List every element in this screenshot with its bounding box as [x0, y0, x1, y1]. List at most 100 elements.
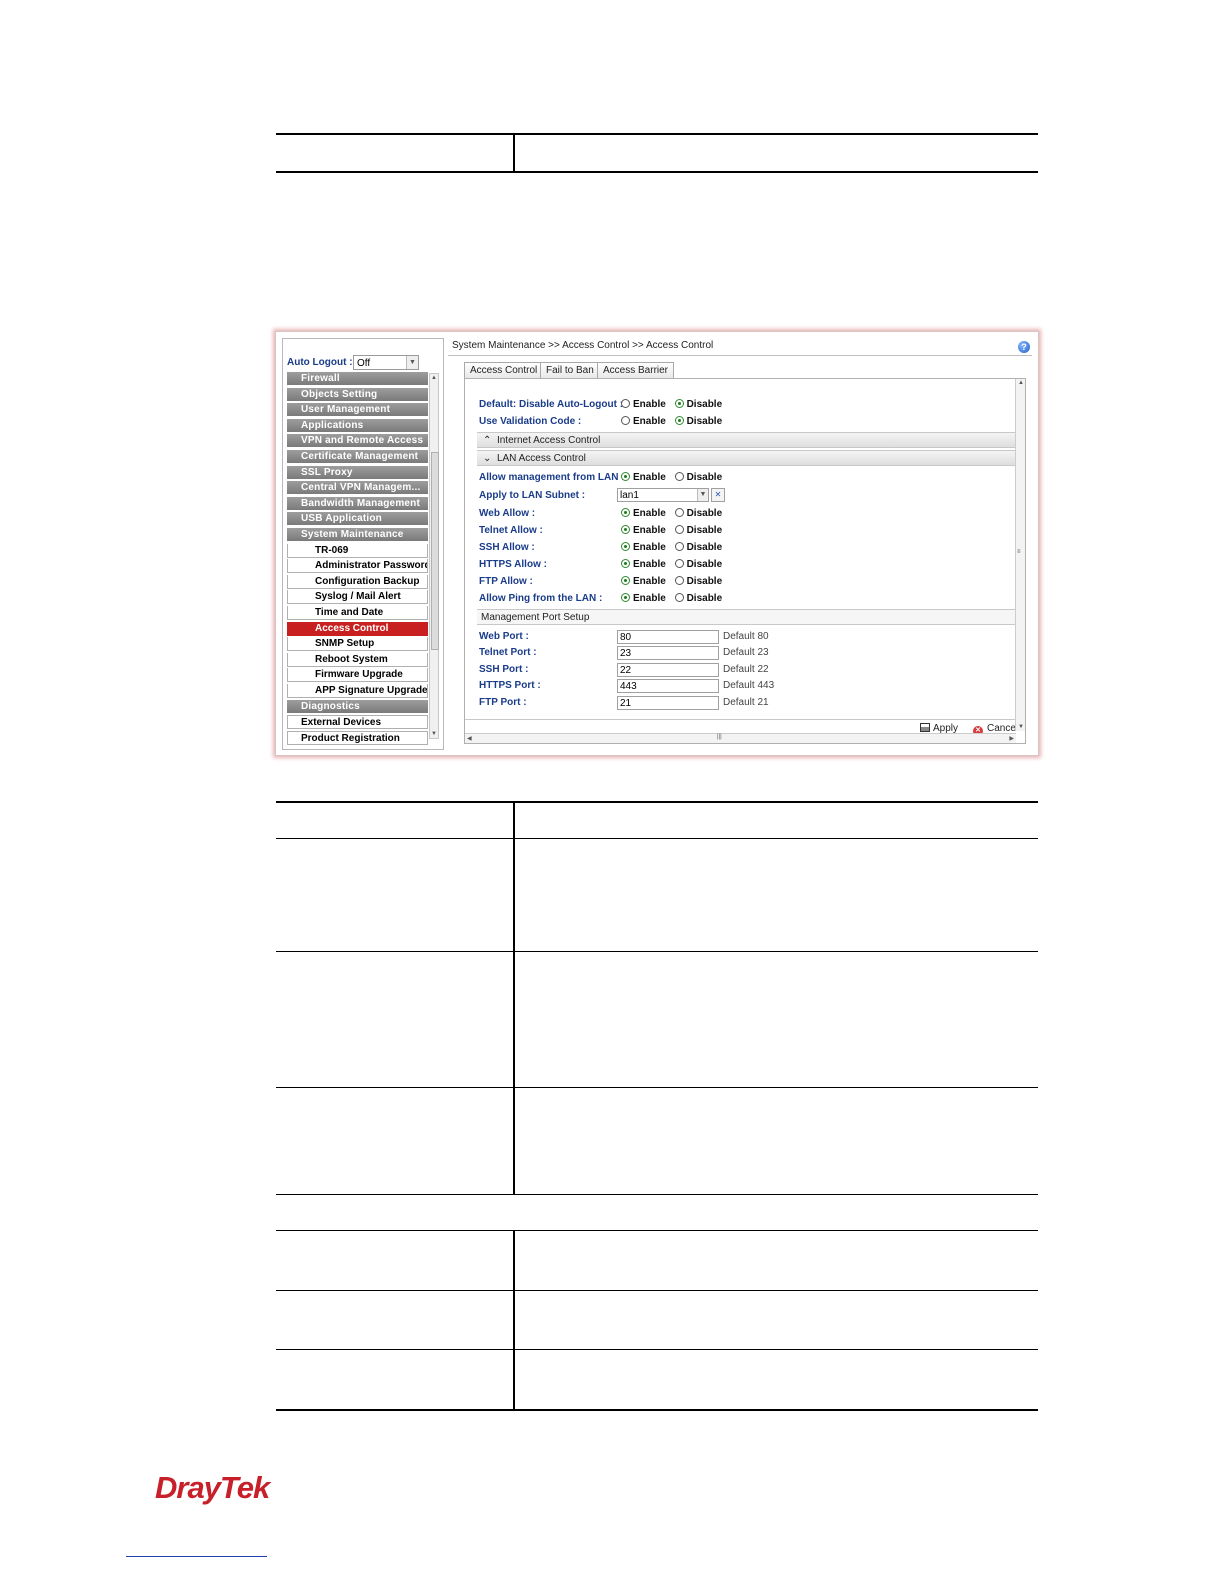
tab-access-barrier[interactable]: Access Barrier: [597, 362, 675, 378]
sidebar-item[interactable]: Reboot System: [287, 652, 428, 667]
sidebar-item[interactable]: APP Signature Upgrade: [287, 684, 428, 698]
radio-disable[interactable]: [674, 416, 684, 425]
breadcrumb: System Maintenance >> Access Control >> …: [452, 340, 714, 351]
telnet-allow-label: Telnet Allow :: [479, 525, 543, 536]
allow-ping-label: Allow Ping from the LAN :: [479, 593, 603, 604]
sidebar-item[interactable]: External Devices: [287, 715, 428, 730]
enable-option[interactable]: Enable: [621, 525, 666, 536]
auto-logout-select[interactable]: Off ▼: [353, 355, 419, 370]
sidebar-item[interactable]: VPN and Remote Access: [287, 434, 428, 449]
disable-option[interactable]: Disable: [674, 576, 722, 587]
radio-disable[interactable]: [674, 593, 684, 602]
sidebar-item[interactable]: Central VPN Managem...: [287, 481, 428, 496]
sidebar-item[interactable]: TR-069: [287, 543, 428, 558]
sidebar-item[interactable]: USB Application: [287, 512, 428, 527]
scroll-up-icon[interactable]: ▲: [430, 375, 438, 381]
radio-enable[interactable]: [621, 399, 630, 408]
enable-label: Enable: [633, 508, 666, 519]
sidebar-item[interactable]: Objects Setting: [287, 387, 428, 402]
sidebar-item[interactable]: System Maintenance: [287, 528, 428, 542]
sidebar-item[interactable]: Applications: [287, 418, 428, 433]
radio-enable[interactable]: [621, 508, 630, 517]
sidebar-item[interactable]: Syslog / Mail Alert: [287, 590, 428, 605]
sidebar-item[interactable]: Time and Date: [287, 606, 428, 620]
lan-subnet-select[interactable]: lan1 ▼: [617, 488, 709, 502]
enable-option[interactable]: Enable: [621, 576, 666, 587]
section-lan-access-control[interactable]: ⌄ LAN Access Control: [477, 450, 1025, 466]
disable-label: Disable: [686, 525, 723, 536]
clear-icon[interactable]: ✕: [711, 488, 725, 502]
tab-fail-to-ban[interactable]: Fail to Ban: [540, 362, 600, 378]
scroll-up-icon[interactable]: ▲: [1018, 380, 1024, 386]
radio-disable[interactable]: [674, 576, 684, 585]
radio-enable[interactable]: [621, 576, 630, 585]
disable-option[interactable]: Disable: [674, 399, 722, 410]
radio-enable[interactable]: [621, 525, 630, 534]
scrollbar-thumb[interactable]: [431, 452, 439, 650]
description-table: [276, 801, 1038, 1412]
table-rule: [276, 1409, 1038, 1411]
panel-horizontal-scrollbar[interactable]: ◀ ||| ▶: [465, 733, 1016, 743]
radio-disable[interactable]: [674, 542, 684, 551]
sidebar-item[interactable]: Firmware Upgrade: [287, 668, 428, 683]
enable-option[interactable]: Enable: [621, 593, 666, 604]
enable-option[interactable]: Enable: [621, 416, 666, 427]
enable-option[interactable]: Enable: [621, 559, 666, 570]
https-port-label: HTTPS Port :: [479, 680, 541, 691]
auto-logout-radio-group: Enable Disable: [621, 399, 728, 410]
ssh-port-input[interactable]: 22: [617, 663, 719, 677]
disable-option[interactable]: Disable: [674, 559, 722, 570]
sidebar-scrollbar[interactable]: ▲ ▼: [429, 373, 439, 739]
enable-option[interactable]: Enable: [621, 399, 666, 410]
sidebar-item[interactable]: Certificate Management: [287, 450, 428, 464]
help-icon[interactable]: ?: [1018, 341, 1030, 353]
panel-vertical-scrollbar[interactable]: ▲ ≡ ▼: [1015, 379, 1025, 731]
sidebar-item[interactable]: User Management: [287, 403, 428, 418]
enable-option[interactable]: Enable: [621, 472, 666, 483]
allow-ping-radio-group: Enable Disable: [621, 593, 728, 604]
radio-disable[interactable]: [674, 508, 684, 517]
telnet-port-input[interactable]: 23: [617, 646, 719, 660]
disable-option[interactable]: Disable: [674, 416, 722, 427]
tab-access-control[interactable]: Access Control: [464, 362, 544, 378]
sidebar-item[interactable]: SNMP Setup: [287, 637, 428, 652]
sidebar-item[interactable]: Product Registration: [287, 730, 428, 745]
scrollbar-grip-icon[interactable]: |||: [717, 734, 722, 740]
web-port-input[interactable]: 80: [617, 630, 719, 644]
sidebar-item[interactable]: Diagnostics: [287, 699, 428, 714]
radio-disable[interactable]: [674, 559, 684, 568]
radio-enable[interactable]: [621, 593, 630, 602]
scrollbar-grip-icon[interactable]: ≡: [1017, 549, 1021, 555]
scroll-left-icon[interactable]: ◀: [467, 735, 472, 742]
disable-option[interactable]: Disable: [674, 593, 723, 604]
enable-option[interactable]: Enable: [621, 542, 666, 553]
radio-enable[interactable]: [621, 542, 630, 551]
web-allow-radio-group: Enable Disable: [621, 508, 728, 519]
radio-enable[interactable]: [621, 472, 630, 481]
scroll-down-icon[interactable]: ▼: [430, 731, 438, 737]
radio-enable[interactable]: [621, 416, 630, 425]
disable-option[interactable]: Disable: [674, 472, 722, 483]
disable-option[interactable]: Disable: [674, 508, 722, 519]
disable-option[interactable]: Disable: [674, 542, 722, 553]
telnet-port-default: Default 23: [723, 647, 769, 658]
radio-enable[interactable]: [621, 559, 630, 568]
section-management-port-setup: Management Port Setup: [477, 609, 1025, 625]
sidebar-item[interactable]: Administrator Password: [287, 559, 428, 574]
disable-label: Disable: [686, 593, 723, 604]
sidebar-item[interactable]: Configuration Backup: [287, 574, 428, 589]
sidebar-item[interactable]: SSL Proxy: [287, 465, 428, 480]
radio-disable[interactable]: [674, 472, 684, 481]
sidebar-item[interactable]: Access Control: [287, 621, 428, 636]
sidebar-item[interactable]: Firewall: [287, 372, 428, 386]
section-internet-access-control[interactable]: ⌃ Internet Access Control: [477, 432, 1025, 448]
disable-option[interactable]: Disable: [674, 525, 723, 536]
radio-disable[interactable]: [674, 399, 684, 408]
ftp-port-input[interactable]: 21: [617, 696, 719, 710]
scroll-right-icon[interactable]: ▶: [1009, 735, 1014, 742]
radio-disable[interactable]: [674, 525, 684, 534]
scroll-down-icon[interactable]: ▼: [1018, 724, 1024, 730]
enable-option[interactable]: Enable: [621, 508, 666, 519]
https-port-input[interactable]: 443: [617, 679, 719, 693]
sidebar-item[interactable]: Bandwidth Management: [287, 496, 428, 511]
